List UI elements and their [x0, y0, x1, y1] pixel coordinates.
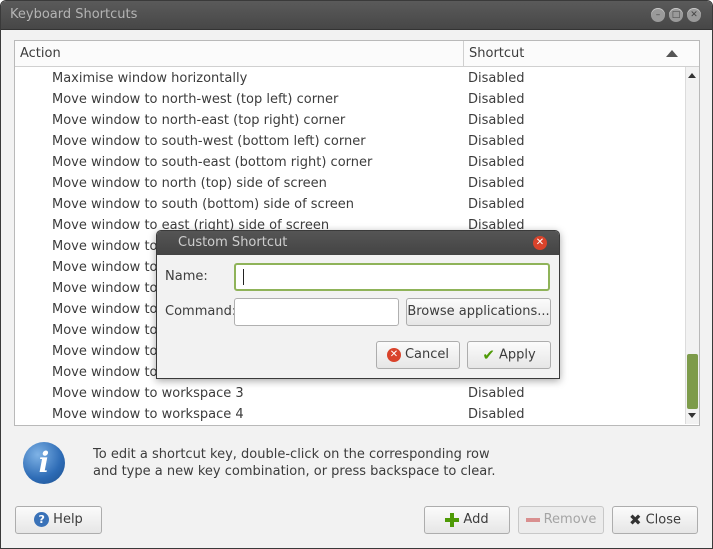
name-label: Name: — [165, 269, 208, 284]
info-icon: i — [23, 442, 65, 484]
row-action: Move window to north-west (top left) cor… — [52, 92, 339, 107]
dialog-title: Custom Shortcut — [178, 235, 288, 250]
maximize-icon[interactable]: □ — [669, 8, 683, 22]
scroll-up-icon[interactable] — [688, 73, 696, 78]
row-shortcut: Disabled — [468, 71, 525, 86]
row-action: Move window to — [52, 302, 158, 317]
apply-button[interactable]: ✔ Apply — [467, 341, 551, 369]
table-row[interactable]: Move window to north-west (top left) cor… — [15, 89, 685, 110]
row-shortcut: Disabled — [468, 113, 525, 128]
list-header: Action Shortcut — [15, 41, 699, 67]
name-input[interactable] — [234, 263, 550, 291]
table-row[interactable]: Move window to workspace 3 Disabled — [15, 383, 685, 404]
cancel-button-label: Cancel — [404, 347, 450, 362]
row-action: Move window to south-west (bottom left) … — [52, 134, 366, 149]
remove-button-label: Remove — [543, 512, 597, 527]
plus-icon — [445, 512, 460, 527]
row-action: Maximise window horizontally — [52, 71, 248, 86]
table-row[interactable]: Move window to workspace 4 Disabled — [15, 404, 685, 424]
table-row[interactable]: Move window to north (top) side of scree… — [15, 173, 685, 194]
row-action: Move window to south-east (bottom right)… — [52, 155, 373, 170]
table-row[interactable]: Move window to south-west (bottom left) … — [15, 131, 685, 152]
column-header-shortcut[interactable]: Shortcut — [465, 41, 698, 66]
remove-button[interactable]: Remove — [518, 506, 604, 534]
table-row[interactable]: Move window to north-east (top right) co… — [15, 110, 685, 131]
dialog-close-icon[interactable]: ✕ — [533, 236, 547, 250]
browse-applications-button[interactable]: Browse applications... — [406, 298, 551, 326]
row-action: Move window to — [52, 281, 158, 296]
row-action: Move window to — [52, 323, 158, 338]
window-title: Keyboard Shortcuts — [10, 7, 138, 22]
table-row[interactable]: Maximise window horizontally Disabled — [15, 68, 685, 89]
row-action: Move window to north-east (top right) co… — [52, 113, 346, 128]
command-input[interactable] — [234, 298, 399, 326]
minimize-icon[interactable]: – — [651, 8, 665, 22]
x-icon: ✖ — [629, 511, 642, 529]
hint-text: To edit a shortcut key, double-click on … — [93, 446, 496, 480]
column-header-action[interactable]: Action — [15, 41, 464, 66]
text-caret — [243, 269, 244, 285]
keyboard-shortcuts-window: Keyboard Shortcuts – □ ✕ Action Shortcut… — [0, 0, 713, 549]
scroll-down-icon[interactable] — [688, 413, 696, 418]
close-window-icon[interactable]: ✕ — [687, 8, 701, 22]
help-button-label: Help — [53, 512, 83, 527]
row-shortcut: Disabled — [468, 155, 525, 170]
row-shortcut: Disabled — [468, 197, 525, 212]
help-icon: ? — [34, 512, 50, 527]
help-button[interactable]: ? Help — [15, 506, 102, 534]
table-row[interactable]: Move window to south-east (bottom right)… — [15, 152, 685, 173]
row-action: Move window to — [52, 344, 158, 359]
custom-shortcut-dialog: Custom Shortcut ✕ Name: Command: Browse … — [156, 230, 560, 379]
hint-line-2: and type a new key combination, or press… — [93, 464, 496, 479]
title-bar[interactable]: Keyboard Shortcuts – □ ✕ — [1, 1, 712, 30]
command-label: Command: — [165, 304, 237, 319]
checkmark-icon: ✔ — [482, 346, 495, 364]
row-action: Move window to south (bottom) side of sc… — [52, 197, 355, 212]
row-action: Move window to — [52, 365, 158, 380]
row-action: Move window to — [52, 239, 158, 254]
hint-line-1: To edit a shortcut key, double-click on … — [93, 447, 490, 462]
cancel-icon: ✕ — [386, 347, 401, 362]
row-shortcut: Disabled — [468, 92, 525, 107]
minus-icon — [525, 517, 540, 522]
cancel-button[interactable]: ✕ Cancel — [376, 341, 460, 369]
row-shortcut: Disabled — [468, 176, 525, 191]
row-shortcut: Disabled — [468, 407, 525, 422]
close-button-label: Close — [645, 512, 681, 528]
vertical-scrollbar[interactable] — [685, 67, 699, 424]
row-action: Move window to north (top) side of scree… — [52, 176, 327, 191]
table-row[interactable]: Move window to south (bottom) side of sc… — [15, 194, 685, 215]
row-action: Move window to workspace 4 — [52, 407, 244, 422]
row-action: Move window to — [52, 260, 158, 275]
apply-button-label: Apply — [498, 347, 536, 363]
add-button-label: Add — [463, 512, 489, 527]
column-header-shortcut-label: Shortcut — [469, 46, 525, 61]
row-shortcut: Disabled — [468, 386, 525, 401]
dialog-title-bar[interactable]: Custom Shortcut ✕ — [157, 231, 559, 255]
row-action: Move window to workspace 3 — [52, 386, 244, 401]
scrollbar-thumb[interactable] — [687, 354, 698, 409]
add-button[interactable]: Add — [424, 506, 510, 534]
sort-ascending-icon — [666, 50, 678, 57]
row-shortcut: Disabled — [468, 134, 525, 149]
close-button[interactable]: ✖ Close — [612, 506, 698, 534]
